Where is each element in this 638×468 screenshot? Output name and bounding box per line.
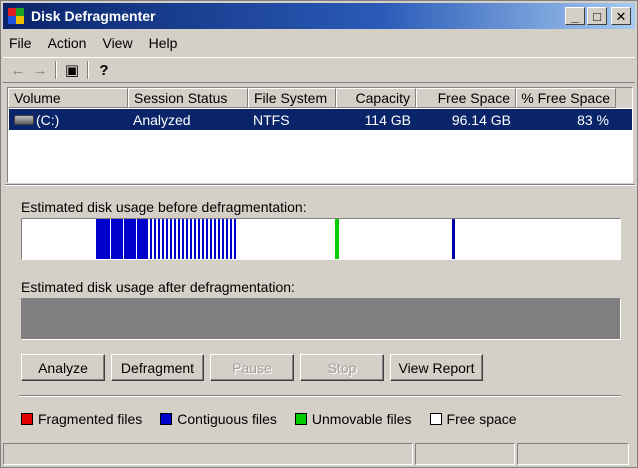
legend: Fragmented files Contiguous files Unmova… [21, 411, 535, 427]
forward-arrow-icon: → [32, 61, 48, 79]
before-usage-bar [21, 218, 621, 260]
back-arrow-icon: ← [10, 61, 26, 79]
fragmented-swatch [21, 413, 33, 425]
pause-button[interactable]: Pause [210, 354, 294, 381]
gap-line [136, 219, 137, 259]
before-usage-label: Estimated disk usage before defragmentat… [21, 199, 307, 215]
disk-defragmenter-window: Disk Defragmenter _ □ ✕ File Action View… [0, 0, 638, 468]
legend-divider [19, 395, 621, 397]
close-button[interactable]: ✕ [611, 7, 631, 25]
gap-line [110, 219, 111, 259]
menu-help[interactable]: Help [149, 35, 178, 51]
legend-free-label: Free space [446, 411, 517, 427]
cell-session-status: Analyzed [133, 111, 191, 128]
column-volume[interactable]: Volume [8, 88, 128, 108]
defragment-button[interactable]: Defragment [111, 354, 204, 381]
menu-bar: File Action View Help [3, 31, 635, 55]
column-free-space[interactable]: Free Space [416, 88, 516, 108]
legend-unmovable-label: Unmovable files [311, 411, 412, 427]
menu-file[interactable]: File [9, 35, 32, 51]
app-icon [7, 7, 25, 25]
free-space-swatch [429, 413, 442, 425]
toolbar: ← → ▣ ? [3, 57, 635, 83]
legend-contiguous: Contiguous files [160, 411, 277, 427]
status-pane [517, 443, 629, 465]
after-usage-bar [21, 298, 621, 340]
column-file-system[interactable]: File System [248, 88, 336, 108]
contiguous-block [96, 219, 146, 259]
hard-drive-icon [14, 114, 34, 125]
back-button[interactable]: ← [7, 60, 29, 80]
legend-fragmented: Fragmented files [21, 411, 142, 427]
volume-list-header: Volume Session Status File System Capaci… [8, 88, 632, 108]
cell-file-system: NTFS [253, 111, 290, 128]
contiguous-swatch [160, 413, 173, 425]
volume-name: (C:) [36, 111, 60, 128]
toolbar-separator [87, 61, 89, 79]
minimize-button[interactable]: _ [565, 7, 585, 25]
window-title: Disk Defragmenter [31, 8, 156, 24]
minimize-icon: _ [571, 8, 579, 24]
cell-capacity: 114 GB [364, 111, 411, 128]
volume-list[interactable]: Volume Session Status File System Capaci… [7, 87, 633, 183]
gap-line [123, 219, 124, 259]
column-session-status[interactable]: Session Status [128, 88, 248, 108]
legend-fragmented-label: Fragmented files [38, 411, 143, 427]
help-button[interactable]: ? [93, 60, 115, 80]
pane-splitter[interactable] [5, 184, 635, 186]
status-bar [3, 443, 635, 465]
title-bar[interactable]: Disk Defragmenter _ □ ✕ [3, 3, 635, 29]
legend-free: Free space [429, 411, 517, 427]
menu-view[interactable]: View [102, 35, 132, 51]
maximize-button[interactable]: □ [587, 7, 607, 25]
cell-free-space: 96.14 GB [451, 111, 511, 128]
cell-percent-free-space: 83 % [577, 111, 609, 128]
status-pane [3, 443, 413, 465]
table-row[interactable]: (C:) Analyzed NTFS 114 GB 96.14 GB 83 % [9, 109, 632, 130]
maximize-icon: □ [593, 8, 601, 24]
column-percent-free-space[interactable]: % Free Space [516, 88, 616, 108]
toolbar-separator [55, 61, 57, 79]
unmovable-block [335, 219, 339, 259]
view-report-button[interactable]: View Report [390, 354, 483, 381]
status-pane [415, 443, 515, 465]
console-tree-icon: ▣ [64, 62, 80, 79]
contiguous-fragment-stripes [146, 219, 236, 259]
unmovable-swatch [294, 413, 307, 425]
legend-contiguous-label: Contiguous files [177, 411, 277, 427]
contiguous-block [452, 219, 455, 259]
forward-button[interactable]: → [29, 60, 51, 80]
column-capacity[interactable]: Capacity [336, 88, 416, 108]
stop-button[interactable]: Stop [300, 354, 384, 381]
cell-volume: (C:) [9, 109, 128, 130]
show-hide-console-tree-button[interactable]: ▣ [61, 60, 83, 80]
analyze-button[interactable]: Analyze [21, 354, 105, 381]
help-icon: ? [99, 61, 109, 79]
after-usage-label: Estimated disk usage after defragmentati… [21, 279, 295, 295]
menu-action[interactable]: Action [48, 35, 87, 51]
close-icon: ✕ [615, 8, 627, 24]
legend-unmovable: Unmovable files [294, 411, 412, 427]
